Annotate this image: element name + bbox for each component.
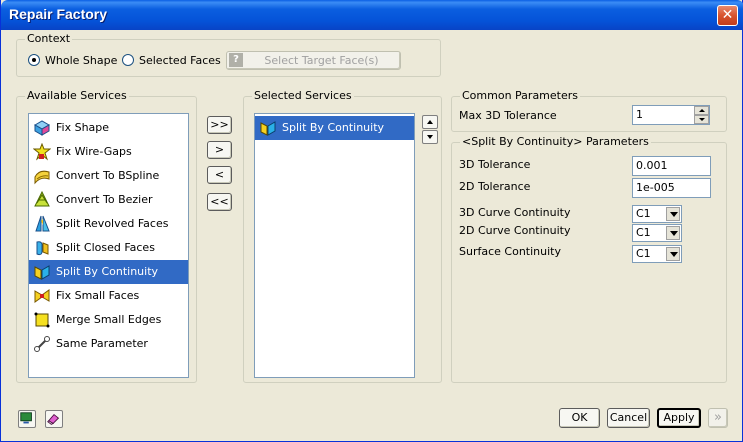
service-label: Convert To BSpline	[56, 169, 160, 182]
ok-button[interactable]: OK	[559, 408, 600, 428]
close-button[interactable]: ✕	[717, 5, 738, 26]
up-arrow-icon	[427, 120, 433, 124]
whole-shape-radio[interactable]	[28, 54, 40, 66]
service-item-split-continuity[interactable]: Split By Continuity	[29, 260, 188, 284]
view-button[interactable]	[18, 410, 36, 428]
chevron-down-icon[interactable]	[666, 247, 680, 261]
surface-value: C1	[636, 247, 651, 260]
context-group: Context Whole Shape Selected Faces ? Sel…	[16, 32, 441, 77]
same-parameter-icon	[33, 335, 51, 353]
split-params-legend: <Split By Continuity> Parameters	[460, 135, 651, 148]
tol3d-field[interactable]: 0.001	[632, 156, 711, 176]
service-item-merge-small-edges[interactable]: Merge Small Edges	[29, 308, 188, 332]
service-item-fix-small-faces[interactable]: Fix Small Faces	[29, 284, 188, 308]
service-item-fix-wire-gaps[interactable]: Fix Wire-Gaps	[29, 140, 188, 164]
selected-services-legend: Selected Services	[252, 89, 354, 102]
service-label: Same Parameter	[56, 337, 148, 350]
selected-faces-label[interactable]: Selected Faces	[139, 54, 221, 67]
service-label: Split By Continuity	[56, 265, 159, 278]
selected-service-item[interactable]: Split By Continuity	[255, 116, 414, 140]
available-services-list[interactable]: Fix Shape Fix Wire-Gaps Convert To BSpli…	[28, 113, 189, 378]
service-label: Split Revolved Faces	[56, 217, 169, 230]
service-item-convert-bezier[interactable]: Convert To Bezier	[29, 188, 188, 212]
curve2d-select[interactable]: C1	[632, 224, 682, 242]
select-target-faces-label: Select Target Face(s)	[264, 54, 379, 67]
fix-small-faces-icon	[33, 287, 51, 305]
available-services-group: Available Services Fix Shape Fix Wire-Ga…	[16, 89, 197, 383]
split-continuity-icon	[33, 263, 51, 281]
service-item-same-parameter[interactable]: Same Parameter	[29, 332, 188, 356]
common-parameters-group: Common Parameters Max 3D Tolerance 1	[451, 89, 727, 132]
split-continuity-params-group: <Split By Continuity> Parameters 3D Tole…	[451, 135, 727, 383]
chevron-down-icon[interactable]	[666, 226, 680, 240]
split-closed-icon	[33, 239, 51, 257]
eraser-icon	[47, 413, 60, 425]
window-title: Repair Factory	[9, 6, 108, 22]
service-label: Split By Continuity	[282, 121, 385, 134]
add-all-button[interactable]: >>	[207, 116, 232, 134]
surface-label: Surface Continuity	[459, 245, 561, 258]
context-legend: Context	[25, 32, 73, 45]
available-services-legend: Available Services	[25, 89, 129, 102]
common-parameters-legend: Common Parameters	[460, 89, 580, 102]
whole-shape-label[interactable]: Whole Shape	[45, 54, 117, 67]
service-item-fix-shape[interactable]: Fix Shape	[29, 116, 188, 140]
selected-faces-radio[interactable]	[122, 54, 134, 66]
monitor-icon	[20, 412, 32, 424]
service-label: Merge Small Edges	[56, 313, 162, 326]
curve3d-label: 3D Curve Continuity	[459, 206, 571, 219]
service-item-split-closed[interactable]: Split Closed Faces	[29, 236, 188, 260]
curve3d-value: C1	[636, 207, 651, 220]
cancel-button[interactable]: Cancel	[607, 408, 650, 428]
remove-button[interactable]: <	[207, 166, 232, 184]
curve2d-label: 2D Curve Continuity	[459, 224, 571, 237]
tol2d-label: 2D Tolerance	[459, 180, 531, 193]
selected-services-list[interactable]: Split By Continuity	[254, 113, 415, 378]
chevron-down-icon[interactable]	[666, 207, 680, 221]
service-item-split-revolved[interactable]: Split Revolved Faces	[29, 212, 188, 236]
curve3d-select[interactable]: C1	[632, 205, 682, 223]
help-icon: ?	[229, 53, 243, 67]
merge-edges-icon	[33, 311, 51, 329]
add-button[interactable]: >	[207, 141, 232, 159]
repair-factory-dialog: Repair Factory ✕ Context Whole Shape Sel…	[0, 0, 743, 442]
convert-bezier-icon	[33, 191, 51, 209]
spin-up-button[interactable]	[694, 106, 709, 115]
split-revolved-icon	[33, 215, 51, 233]
convert-bspline-icon	[33, 167, 51, 185]
tol3d-label: 3D Tolerance	[459, 158, 531, 171]
curve2d-value: C1	[636, 226, 651, 239]
select-target-faces-button: ? Select Target Face(s)	[226, 51, 401, 70]
service-label: Convert To Bezier	[56, 193, 153, 206]
service-label: Fix Wire-Gaps	[56, 145, 132, 158]
move-up-button[interactable]	[422, 115, 438, 129]
move-down-button[interactable]	[422, 130, 438, 144]
selected-services-group: Selected Services Split By Continuity	[243, 89, 442, 383]
service-item-convert-bspline[interactable]: Convert To BSpline	[29, 164, 188, 188]
erase-button[interactable]	[45, 410, 63, 428]
down-arrow-icon	[427, 135, 433, 139]
service-label: Split Closed Faces	[56, 241, 155, 254]
service-label: Fix Shape	[56, 121, 110, 134]
spin-down-button[interactable]	[694, 115, 709, 124]
fix-shape-icon	[33, 119, 51, 137]
fix-wire-gaps-icon	[33, 143, 51, 161]
split-continuity-icon	[259, 119, 277, 137]
tol2d-field[interactable]: 1e-005	[632, 178, 711, 198]
surface-select[interactable]: C1	[632, 245, 682, 263]
max-3d-tolerance-label: Max 3D Tolerance	[459, 109, 557, 122]
title-bar[interactable]: Repair Factory ✕	[1, 0, 743, 30]
service-label: Fix Small Faces	[56, 289, 140, 302]
apply-button[interactable]: Apply	[657, 408, 701, 428]
next-button: »	[708, 408, 728, 428]
remove-all-button[interactable]: <<	[207, 193, 232, 211]
